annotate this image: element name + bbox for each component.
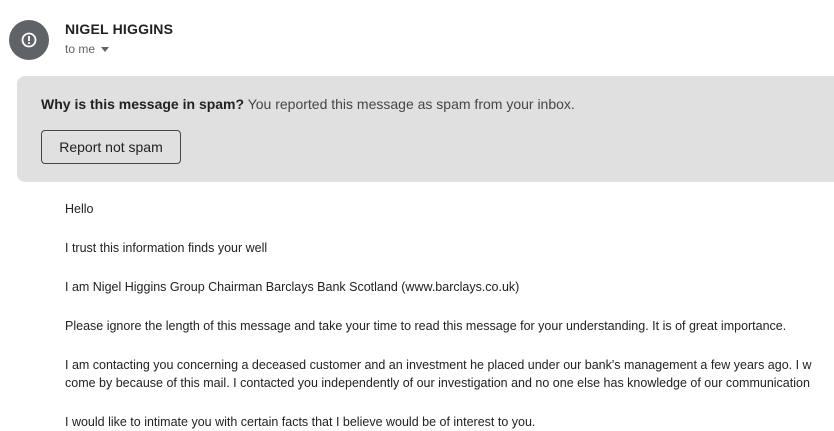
report-not-spam-button[interactable]: Report not spam [41,130,181,164]
spam-question: Why is this message in spam? [41,96,245,112]
recipient-details-toggle[interactable]: to me [65,42,110,56]
body-paragraph: I am contacting you concerning a decease… [65,356,812,392]
body-paragraph: Please ignore the length of this message… [65,319,787,333]
body-line: I am contacting you concerning a decease… [65,358,812,372]
body-paragraph: I trust this information finds your well [65,241,268,255]
spam-warning-banner: Why is this message in spam? You reporte… [17,76,834,182]
body-paragraph: I am Nigel Higgins Group Chairman Barcla… [65,280,520,294]
alert-circle-icon [21,32,37,48]
chevron-down-icon [101,46,110,52]
email-view: NIGEL HIGGINS to me Why is this message … [0,0,834,431]
spam-banner-text: Why is this message in spam? You reporte… [41,96,575,112]
recipient-label: to me [65,42,96,56]
sender-name: NIGEL HIGGINS [65,21,174,37]
body-line: come by because of this mail. I contacte… [65,376,810,390]
body-paragraph: Hello [65,202,94,216]
body-paragraph: I would like to intimate you with certai… [65,415,536,429]
sender-avatar[interactable] [9,20,49,60]
email-body: Hello I trust this information finds you… [65,200,812,431]
spam-explanation: You reported this message as spam from y… [247,96,575,112]
